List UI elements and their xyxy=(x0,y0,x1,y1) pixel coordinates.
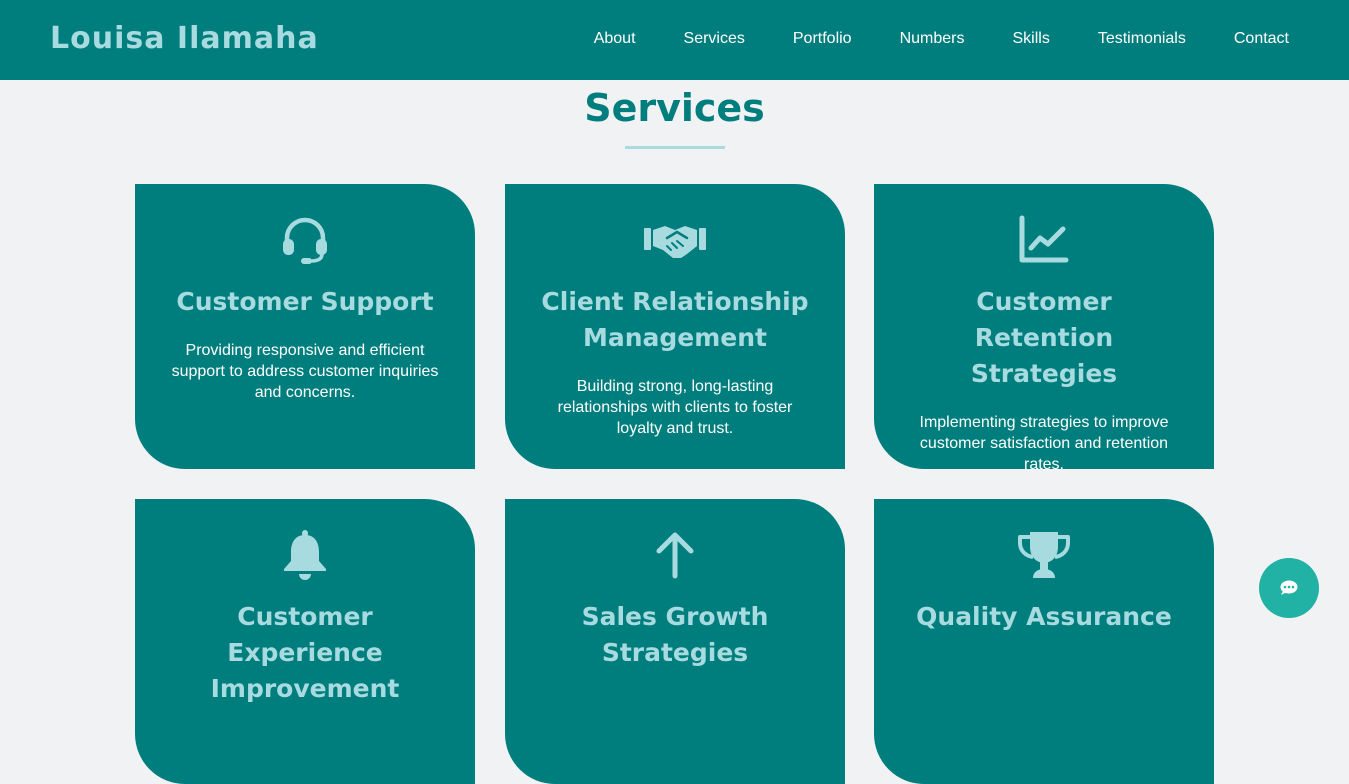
service-card-sales-growth: Sales Growth Strategies xyxy=(505,499,845,784)
headset-icon xyxy=(283,217,327,264)
section-title: Services xyxy=(584,86,765,130)
service-card-title: Client Relationship Management xyxy=(541,287,809,352)
service-card-customer-support: Customer Support Providing responsive an… xyxy=(135,184,475,469)
service-card-description: Implementing strategies to improve custo… xyxy=(919,414,1169,469)
nav-link-skills[interactable]: Skills xyxy=(1012,30,1049,48)
service-card-description: Building strong, long-lasting relationsh… xyxy=(557,378,793,437)
title-underline xyxy=(625,146,725,149)
service-card-title: Customer Support xyxy=(176,287,434,316)
service-card-customer-retention: Customer Retention Strategies Implementi… xyxy=(874,184,1214,469)
nav-links: About Services Portfolio Numbers Skills … xyxy=(546,30,1289,48)
service-card-description: Providing responsive and efficient suppo… xyxy=(171,342,439,401)
service-card-title: Customer Experience Improvement xyxy=(210,602,400,703)
chart-line-icon xyxy=(1019,215,1069,263)
arrow-up-icon xyxy=(656,532,694,579)
handshake-icon xyxy=(644,226,706,258)
service-card-customer-experience: Customer Experience Improvement xyxy=(135,499,475,784)
nav-link-about[interactable]: About xyxy=(594,30,636,48)
nav-link-numbers[interactable]: Numbers xyxy=(900,30,965,48)
service-card-title: Quality Assurance xyxy=(916,602,1172,631)
service-card-title: Sales Growth Strategies xyxy=(581,602,769,667)
nav-link-services[interactable]: Services xyxy=(684,30,745,48)
chat-bubble-icon xyxy=(1280,580,1298,595)
chat-button[interactable] xyxy=(1259,558,1319,618)
service-card-title: Customer Retention Strategies xyxy=(970,287,1118,388)
nav-link-testimonials[interactable]: Testimonials xyxy=(1098,30,1186,48)
trophy-icon xyxy=(1018,532,1070,578)
brand-logo[interactable]: Louisa Ilamaha xyxy=(50,21,319,56)
service-card-client-relationship: Client Relationship Management Building … xyxy=(505,184,845,469)
nav-link-contact[interactable]: Contact xyxy=(1234,30,1289,48)
service-card-quality-assurance: Quality Assurance xyxy=(874,499,1214,784)
nav-link-portfolio[interactable]: Portfolio xyxy=(793,30,852,48)
bell-icon xyxy=(284,530,326,580)
navbar: Louisa Ilamaha About Services Portfolio … xyxy=(0,0,1349,80)
